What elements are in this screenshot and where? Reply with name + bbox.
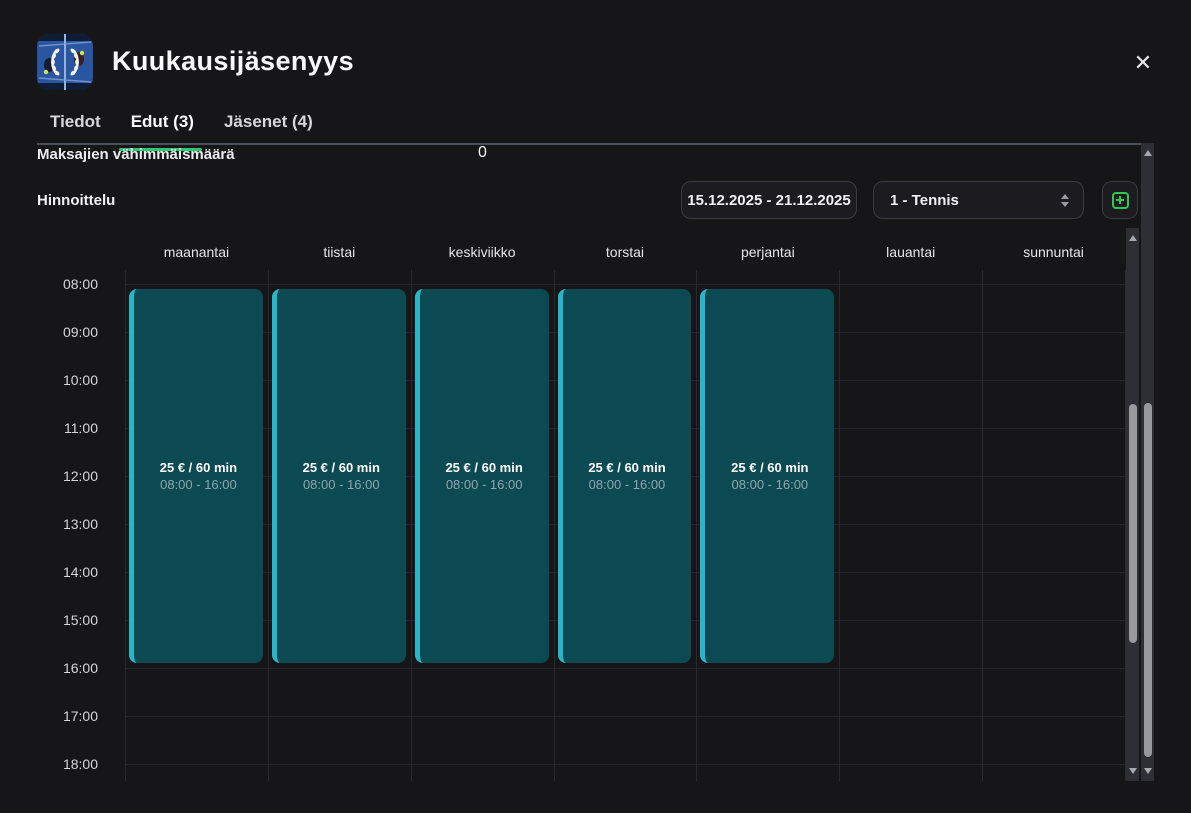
event-price: 25 € / 60 min <box>588 460 665 475</box>
pricing-section-label: Hinnoittelu <box>37 192 115 209</box>
calendar-scrollbar[interactable] <box>1126 228 1139 781</box>
event-price: 25 € / 60 min <box>445 460 522 475</box>
membership-modal: Kuukausijäsenyys ✕ Tiedot Edut (3) Jäsenet… <box>0 0 1191 813</box>
pricing-event[interactable]: 25 € / 60 min 08:00 - 16:00 <box>700 289 834 663</box>
column-gridline <box>411 270 412 781</box>
calendar-scrollbar-thumb[interactable] <box>1129 404 1137 643</box>
column-gridline <box>839 270 840 781</box>
padel-court-wreath-icon <box>37 34 93 90</box>
resource-select-value: 1 - Tennis <box>890 192 1061 209</box>
min-payers-value: 0 <box>478 144 487 162</box>
event-price: 25 € / 60 min <box>160 460 237 475</box>
time-label: 11:00 <box>30 418 98 438</box>
time-label: 15:00 <box>30 610 98 630</box>
day-header-sunnuntai: sunnuntai <box>982 244 1125 260</box>
column-gridline <box>125 270 126 781</box>
square-plus-icon <box>1112 192 1129 209</box>
pricing-event[interactable]: 25 € / 60 min 08:00 - 16:00 <box>415 289 549 663</box>
time-label: 16:00 <box>30 658 98 678</box>
tabs-divider <box>37 143 1154 145</box>
date-range-button[interactable]: 15.12.2025 - 21.12.2025 <box>681 181 857 219</box>
scroll-up-arrow-icon[interactable] <box>1129 235 1137 241</box>
resource-select[interactable]: 1 - Tennis <box>873 181 1084 219</box>
event-time: 08:00 - 16:00 <box>446 477 523 492</box>
event-time: 08:00 - 16:00 <box>303 477 380 492</box>
time-label: 12:00 <box>30 466 98 486</box>
outer-scrollbar-thumb[interactable] <box>1144 403 1152 757</box>
hour-gridline <box>125 284 1125 285</box>
time-label: 13:00 <box>30 514 98 534</box>
close-icon[interactable]: ✕ <box>1126 46 1160 80</box>
hour-gridline <box>125 716 1125 717</box>
day-header-perjantai: perjantai <box>696 244 839 260</box>
time-label: 09:00 <box>30 322 98 342</box>
min-payers-label: Maksajien vähimmäismäärä <box>37 146 235 163</box>
day-header-keskiviikko: keskiviikko <box>411 244 554 260</box>
column-gridline <box>982 270 983 781</box>
add-pricing-button[interactable] <box>1102 181 1138 219</box>
column-gridline <box>268 270 269 781</box>
pricing-event[interactable]: 25 € / 60 min 08:00 - 16:00 <box>272 289 406 663</box>
tab-tiedot[interactable]: Tiedot <box>50 112 101 146</box>
pricing-event[interactable]: 25 € / 60 min 08:00 - 16:00 <box>558 289 692 663</box>
scroll-down-arrow-icon[interactable] <box>1129 768 1137 774</box>
day-header-torstai: torstai <box>554 244 697 260</box>
pricing-event[interactable]: 25 € / 60 min 08:00 - 16:00 <box>129 289 263 663</box>
tab-jäsenet-4[interactable]: Jäsenet (4) <box>224 112 313 146</box>
event-time: 08:00 - 16:00 <box>589 477 666 492</box>
time-label: 17:00 <box>30 706 98 726</box>
time-label: 08:00 <box>30 274 98 294</box>
tab-edut-3[interactable]: Edut (3) <box>131 112 194 146</box>
event-time: 08:00 - 16:00 <box>160 477 237 492</box>
hour-gridline <box>125 668 1125 669</box>
day-header-maanantai: maanantai <box>125 244 268 260</box>
scroll-down-arrow-icon[interactable] <box>1144 768 1152 774</box>
outer-scrollbar[interactable] <box>1141 143 1154 781</box>
page-title: Kuukausijäsenyys <box>112 46 354 77</box>
tab-bar: Tiedot Edut (3) Jäsenet (4) <box>50 112 313 146</box>
scroll-up-arrow-icon[interactable] <box>1144 150 1152 156</box>
day-header-tiistai: tiistai <box>268 244 411 260</box>
event-price: 25 € / 60 min <box>303 460 380 475</box>
event-price: 25 € / 60 min <box>731 460 808 475</box>
time-label: 18:00 <box>30 754 98 774</box>
day-header-lauantai: lauantai <box>839 244 982 260</box>
time-label: 14:00 <box>30 562 98 582</box>
select-chevron-icon <box>1061 194 1069 207</box>
membership-logo <box>37 34 93 90</box>
column-gridline <box>554 270 555 781</box>
hour-gridline <box>125 764 1125 765</box>
event-time: 08:00 - 16:00 <box>732 477 809 492</box>
column-gridline <box>696 270 697 781</box>
time-label: 10:00 <box>30 370 98 390</box>
